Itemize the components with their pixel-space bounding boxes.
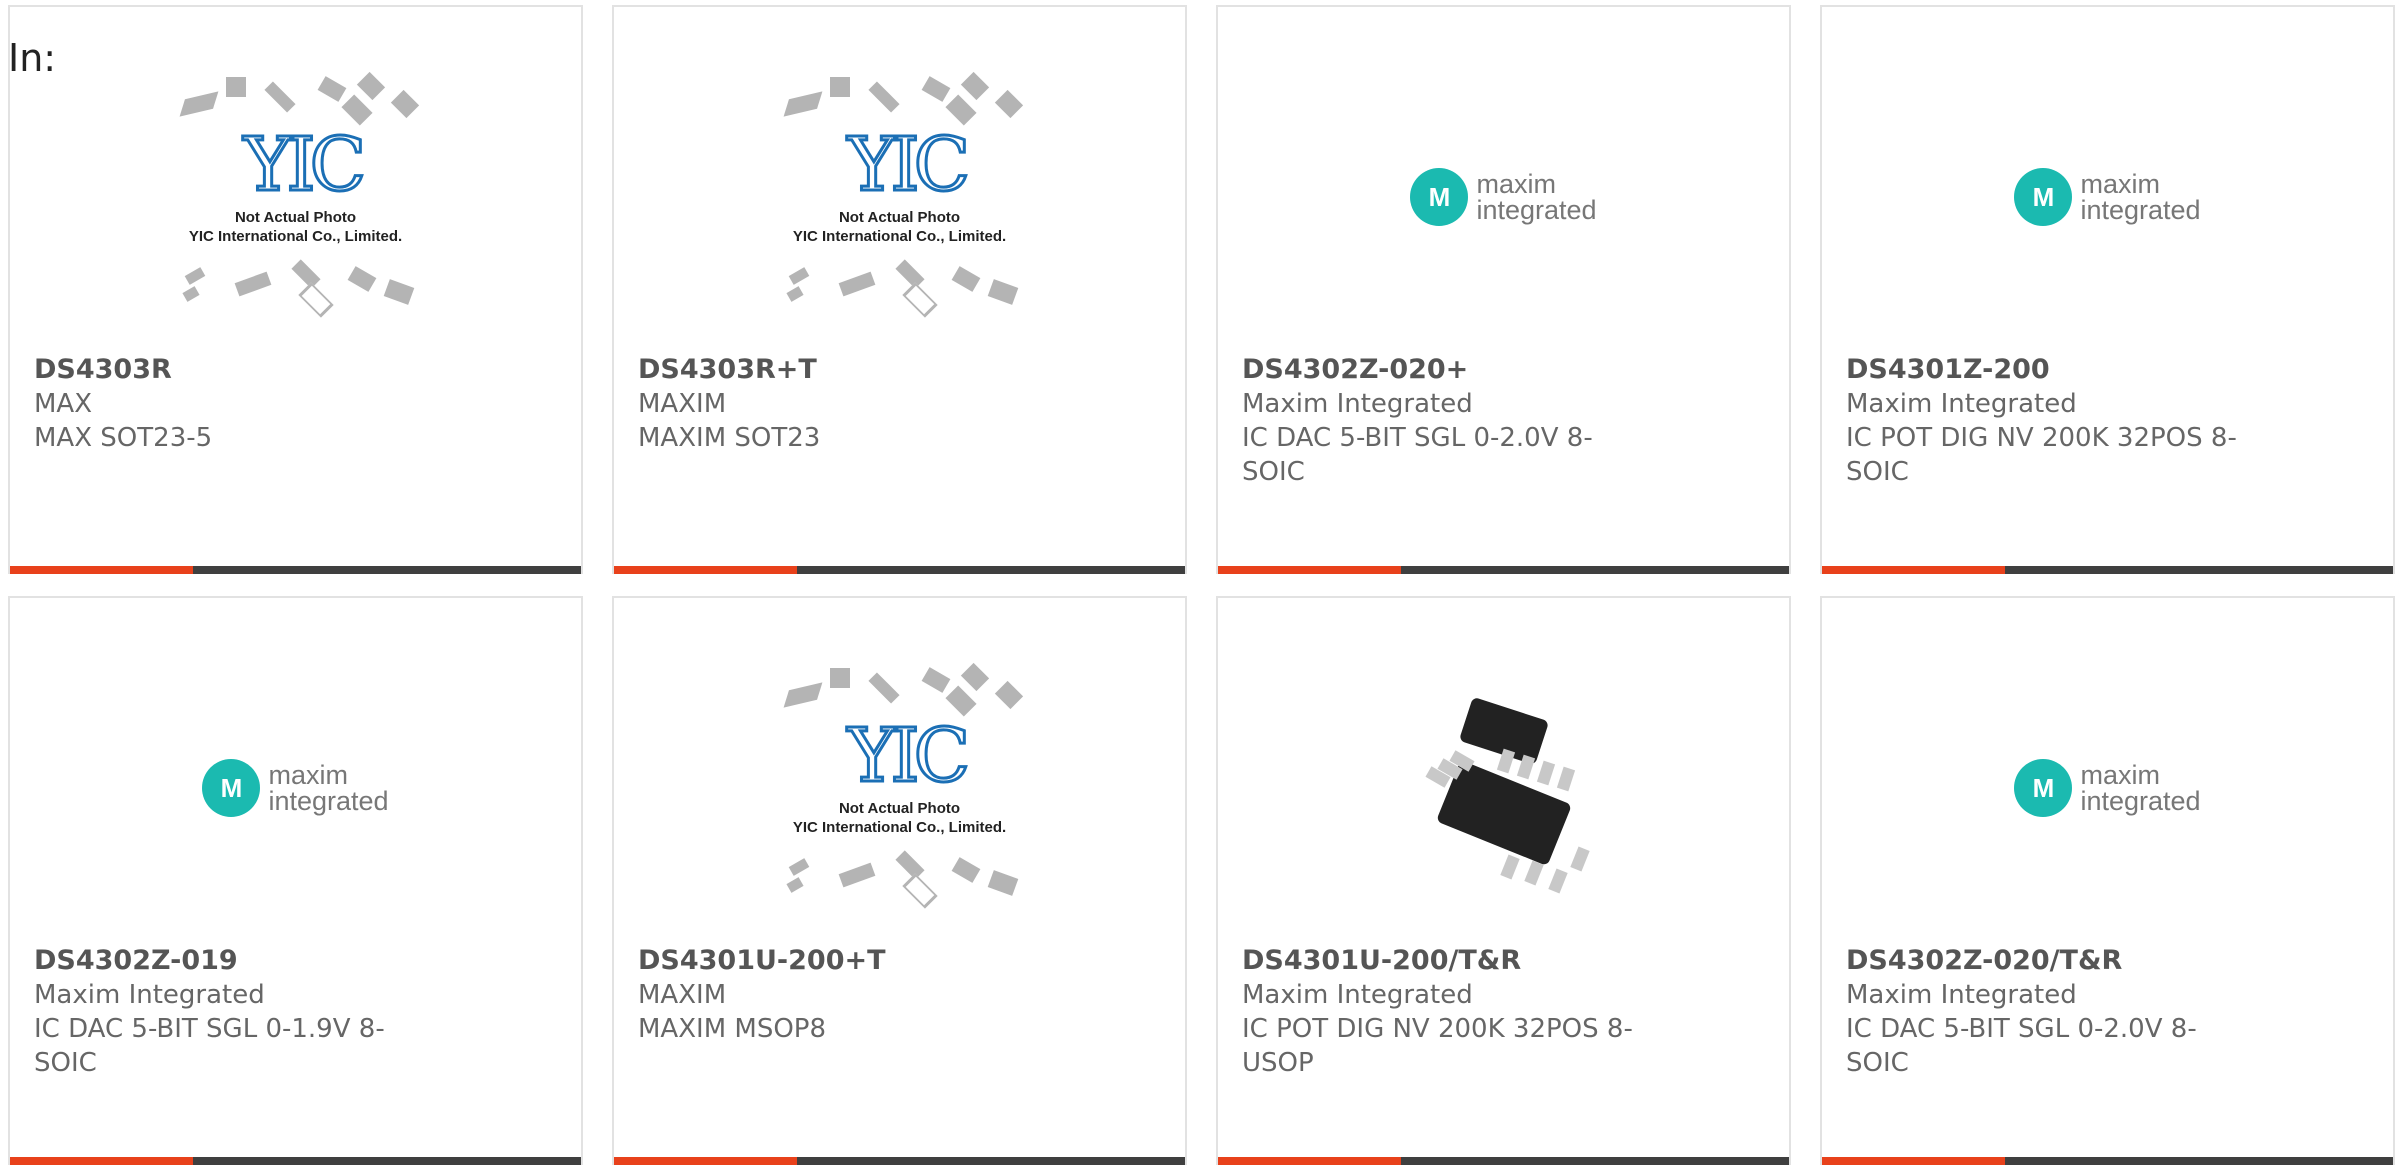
maxim-wordmark: maxim (1476, 169, 1556, 199)
maxim-mark-icon: M (2014, 759, 2073, 817)
product-card[interactable]: YIC Not Actual Photo YIC International C… (8, 5, 583, 574)
description: IC DAC 5-BIT SGL 0-2.0V 8-SOIC (1846, 1014, 2197, 1078)
manufacturer: Maxim Integrated (1846, 980, 2077, 1010)
card-bar (10, 566, 581, 574)
product-image: YIC Not Actual Photo YIC International C… (614, 638, 1185, 938)
part-number[interactable]: DS4303R (34, 353, 431, 387)
manufacturer: MAX (34, 389, 93, 419)
product-image (1218, 638, 1789, 938)
part-number[interactable]: DS4302Z-019 (34, 944, 431, 978)
part-number[interactable]: DS4301U-200+T (638, 944, 1035, 978)
maxim-wordmark-sub: integrated (2080, 786, 2201, 816)
product-card[interactable]: DS4301U-200/T&R Maxim Integrated IC POT … (1216, 596, 1791, 1165)
maxim-mark-icon: M (1410, 168, 1469, 226)
description: MAX SOT23-5 (34, 423, 213, 453)
part-number[interactable]: DS4303R+T (638, 353, 1035, 387)
maxim-mark-icon: M (202, 759, 261, 817)
card-bar (1218, 566, 1789, 574)
maxim-logo: M maxim integrated (1410, 168, 1597, 226)
description: IC DAC 5-BIT SGL 0-2.0V 8-SOIC (1242, 423, 1593, 487)
placeholder-company: YIC International Co., Limited. (792, 819, 1007, 836)
maxim-logo: M maxim integrated (2014, 759, 2201, 817)
card-bar (1218, 1157, 1789, 1165)
yic-placeholder-image: YIC Not Actual Photo YIC International C… (164, 71, 428, 318)
yic-placeholder-image: YIC Not Actual Photo YIC International C… (768, 71, 1032, 318)
manufacturer: Maxim Integrated (1242, 980, 1473, 1010)
filter-label: In: (8, 36, 57, 80)
yic-logo: YIC (846, 713, 972, 799)
part-number[interactable]: DS4302Z-020+ (1242, 353, 1639, 387)
maxim-wordmark: maxim (268, 760, 348, 790)
manufacturer: MAXIM (638, 980, 727, 1010)
placeholder-company: YIC International Co., Limited. (188, 228, 403, 245)
product-card[interactable]: M maxim integrated DS4302Z-020/T&R Maxim… (1820, 596, 2395, 1165)
product-image: M maxim integrated (10, 638, 581, 938)
ic-package-photo (1404, 688, 1604, 894)
maxim-wordmark-sub: integrated (268, 786, 389, 816)
product-image: YIC Not Actual Photo YIC International C… (614, 47, 1185, 347)
product-image: M maxim integrated (1822, 47, 2393, 347)
manufacturer: Maxim Integrated (34, 980, 265, 1010)
part-number[interactable]: DS4301Z-200 (1846, 353, 2243, 387)
part-number[interactable]: DS4301U-200/T&R (1242, 944, 1639, 978)
placeholder-company: YIC International Co., Limited. (792, 228, 1007, 245)
card-bar (614, 566, 1185, 574)
card-bar (614, 1157, 1185, 1165)
product-card[interactable]: M maxim integrated DS4301Z-200 Maxim Int… (1820, 5, 2395, 574)
description: IC POT DIG NV 200K 32POS 8-USOP (1242, 1014, 1633, 1078)
description: MAXIM SOT23 (638, 423, 821, 453)
manufacturer: Maxim Integrated (1242, 389, 1473, 419)
product-image: M maxim integrated (1218, 47, 1789, 347)
maxim-mark-icon: M (2014, 168, 2073, 226)
maxim-wordmark-sub: integrated (2080, 195, 2201, 225)
maxim-wordmark: maxim (2080, 760, 2160, 790)
product-card[interactable]: M maxim integrated DS4302Z-019 Maxim Int… (8, 596, 583, 1165)
manufacturer: MAXIM (638, 389, 727, 419)
placeholder-note: Not Actual Photo (838, 800, 961, 817)
product-card[interactable]: M maxim integrated DS4302Z-020+ Maxim In… (1216, 5, 1791, 574)
description: IC DAC 5-BIT SGL 0-1.9V 8-SOIC (34, 1014, 385, 1078)
card-bar (1822, 566, 2393, 574)
maxim-logo: M maxim integrated (2014, 168, 2201, 226)
description: IC POT DIG NV 200K 32POS 8-SOIC (1846, 423, 2237, 487)
card-bar (1822, 1157, 2393, 1165)
yic-placeholder-image: YIC Not Actual Photo YIC International C… (768, 662, 1032, 909)
placeholder-note: Not Actual Photo (838, 209, 961, 226)
maxim-wordmark: maxim (2080, 169, 2160, 199)
placeholder-note: Not Actual Photo (234, 209, 357, 226)
maxim-logo: M maxim integrated (202, 759, 389, 817)
product-image: YIC Not Actual Photo YIC International C… (10, 47, 581, 347)
manufacturer: Maxim Integrated (1846, 389, 2077, 419)
product-card[interactable]: YIC Not Actual Photo YIC International C… (612, 5, 1187, 574)
yic-logo: YIC (846, 122, 972, 208)
card-bar (10, 1157, 581, 1165)
part-number[interactable]: DS4302Z-020/T&R (1846, 944, 2243, 978)
product-card[interactable]: YIC Not Actual Photo YIC International C… (612, 596, 1187, 1165)
yic-logo: YIC (242, 122, 368, 208)
maxim-wordmark-sub: integrated (1476, 195, 1597, 225)
product-image: M maxim integrated (1822, 638, 2393, 938)
description: MAXIM MSOP8 (638, 1014, 827, 1044)
